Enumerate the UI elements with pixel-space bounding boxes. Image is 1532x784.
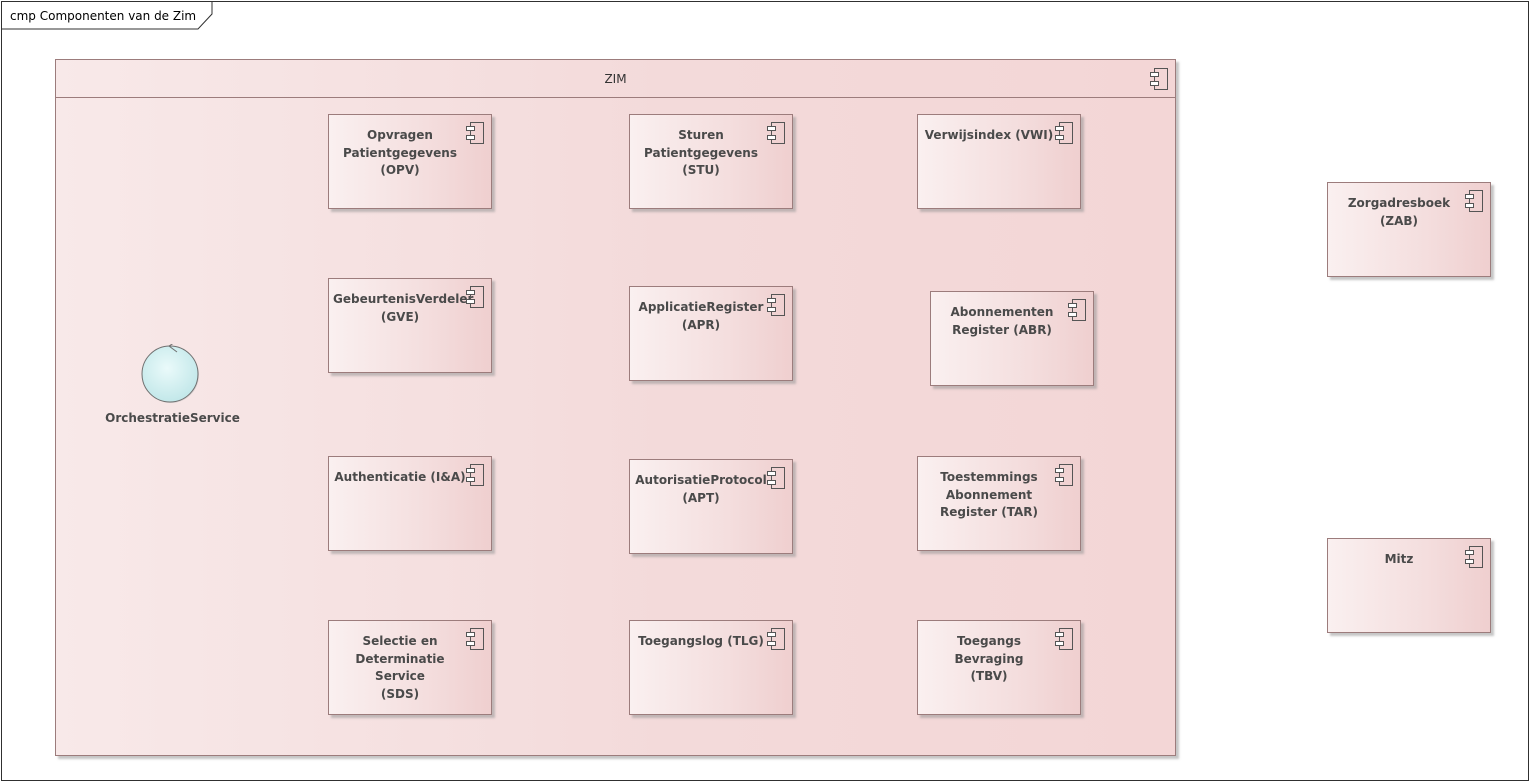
component-mitz[interactable]: Mitz: [1327, 538, 1491, 633]
orchestration-label: OrchestratieService: [105, 411, 240, 425]
component-tbv[interactable]: Toegangs Bevraging (TBV): [917, 620, 1081, 715]
component-label: Zorgadresboek (ZAB): [1347, 196, 1451, 228]
zim-container-title: ZIM: [604, 72, 627, 86]
component-abr[interactable]: Abonnementen Register (ABR): [930, 291, 1094, 386]
component-gve[interactable]: GebeurtenisVerdeler (GVE): [328, 278, 492, 373]
component-vwi[interactable]: Verwijsindex (VWI): [917, 114, 1081, 209]
component-icon: [466, 122, 484, 144]
component-label: Abonnementen Register (ABR): [950, 305, 1054, 337]
component-stu[interactable]: Sturen Patientgegevens (STU): [629, 114, 793, 209]
orchestration-control-icon[interactable]: [140, 344, 200, 404]
component-label: GebeurtenisVerdeler (GVE): [333, 292, 474, 324]
frame-title: cmp Componenten van de Zim: [10, 9, 197, 23]
component-label: Verwijsindex (VWI): [924, 128, 1054, 142]
component-label: Mitz: [1384, 552, 1414, 566]
component-label: Authenticatie (I&A): [334, 470, 466, 484]
component-label: Toegangslog (TLG): [638, 634, 764, 648]
component-icon: [767, 294, 785, 316]
component-tlg[interactable]: Toegangslog (TLG): [629, 620, 793, 715]
component-icon: [466, 286, 484, 308]
component-icon: [1068, 299, 1086, 321]
component-label: Toegangs Bevraging (TBV): [954, 634, 1024, 683]
component-label: Opvragen Patientgegevens (OPV): [343, 128, 457, 177]
component-zab[interactable]: Zorgadresboek (ZAB): [1327, 182, 1491, 277]
component-label: Sturen Patientgegevens (STU): [644, 128, 758, 177]
component-icon: [1055, 464, 1073, 486]
component-tar[interactable]: Toestemmings Abonnement Register (TAR): [917, 456, 1081, 551]
component-icon: [767, 628, 785, 650]
component-opv[interactable]: Opvragen Patientgegevens (OPV): [328, 114, 492, 209]
component-ia[interactable]: Authenticatie (I&A): [328, 456, 492, 551]
component-label: Selectie en Determinatie Service (SDS): [355, 634, 445, 701]
component-label: AutorisatieProtocol (APT): [635, 473, 767, 505]
component-icon: [1150, 68, 1168, 90]
component-label: Toestemmings Abonnement Register (TAR): [940, 470, 1038, 519]
component-icon: [767, 467, 785, 489]
component-icon: [466, 464, 484, 486]
component-sds[interactable]: Selectie en Determinatie Service (SDS): [328, 620, 492, 715]
component-icon: [1465, 190, 1483, 212]
component-apt[interactable]: AutorisatieProtocol (APT): [629, 459, 793, 554]
zim-container-header: ZIM: [56, 60, 1175, 98]
component-icon: [1055, 122, 1073, 144]
component-apr[interactable]: ApplicatieRegister (APR): [629, 286, 793, 381]
component-icon: [1465, 546, 1483, 568]
component-icon: [767, 122, 785, 144]
component-label: ApplicatieRegister (APR): [638, 300, 764, 332]
component-icon: [466, 628, 484, 650]
component-icon: [1055, 628, 1073, 650]
